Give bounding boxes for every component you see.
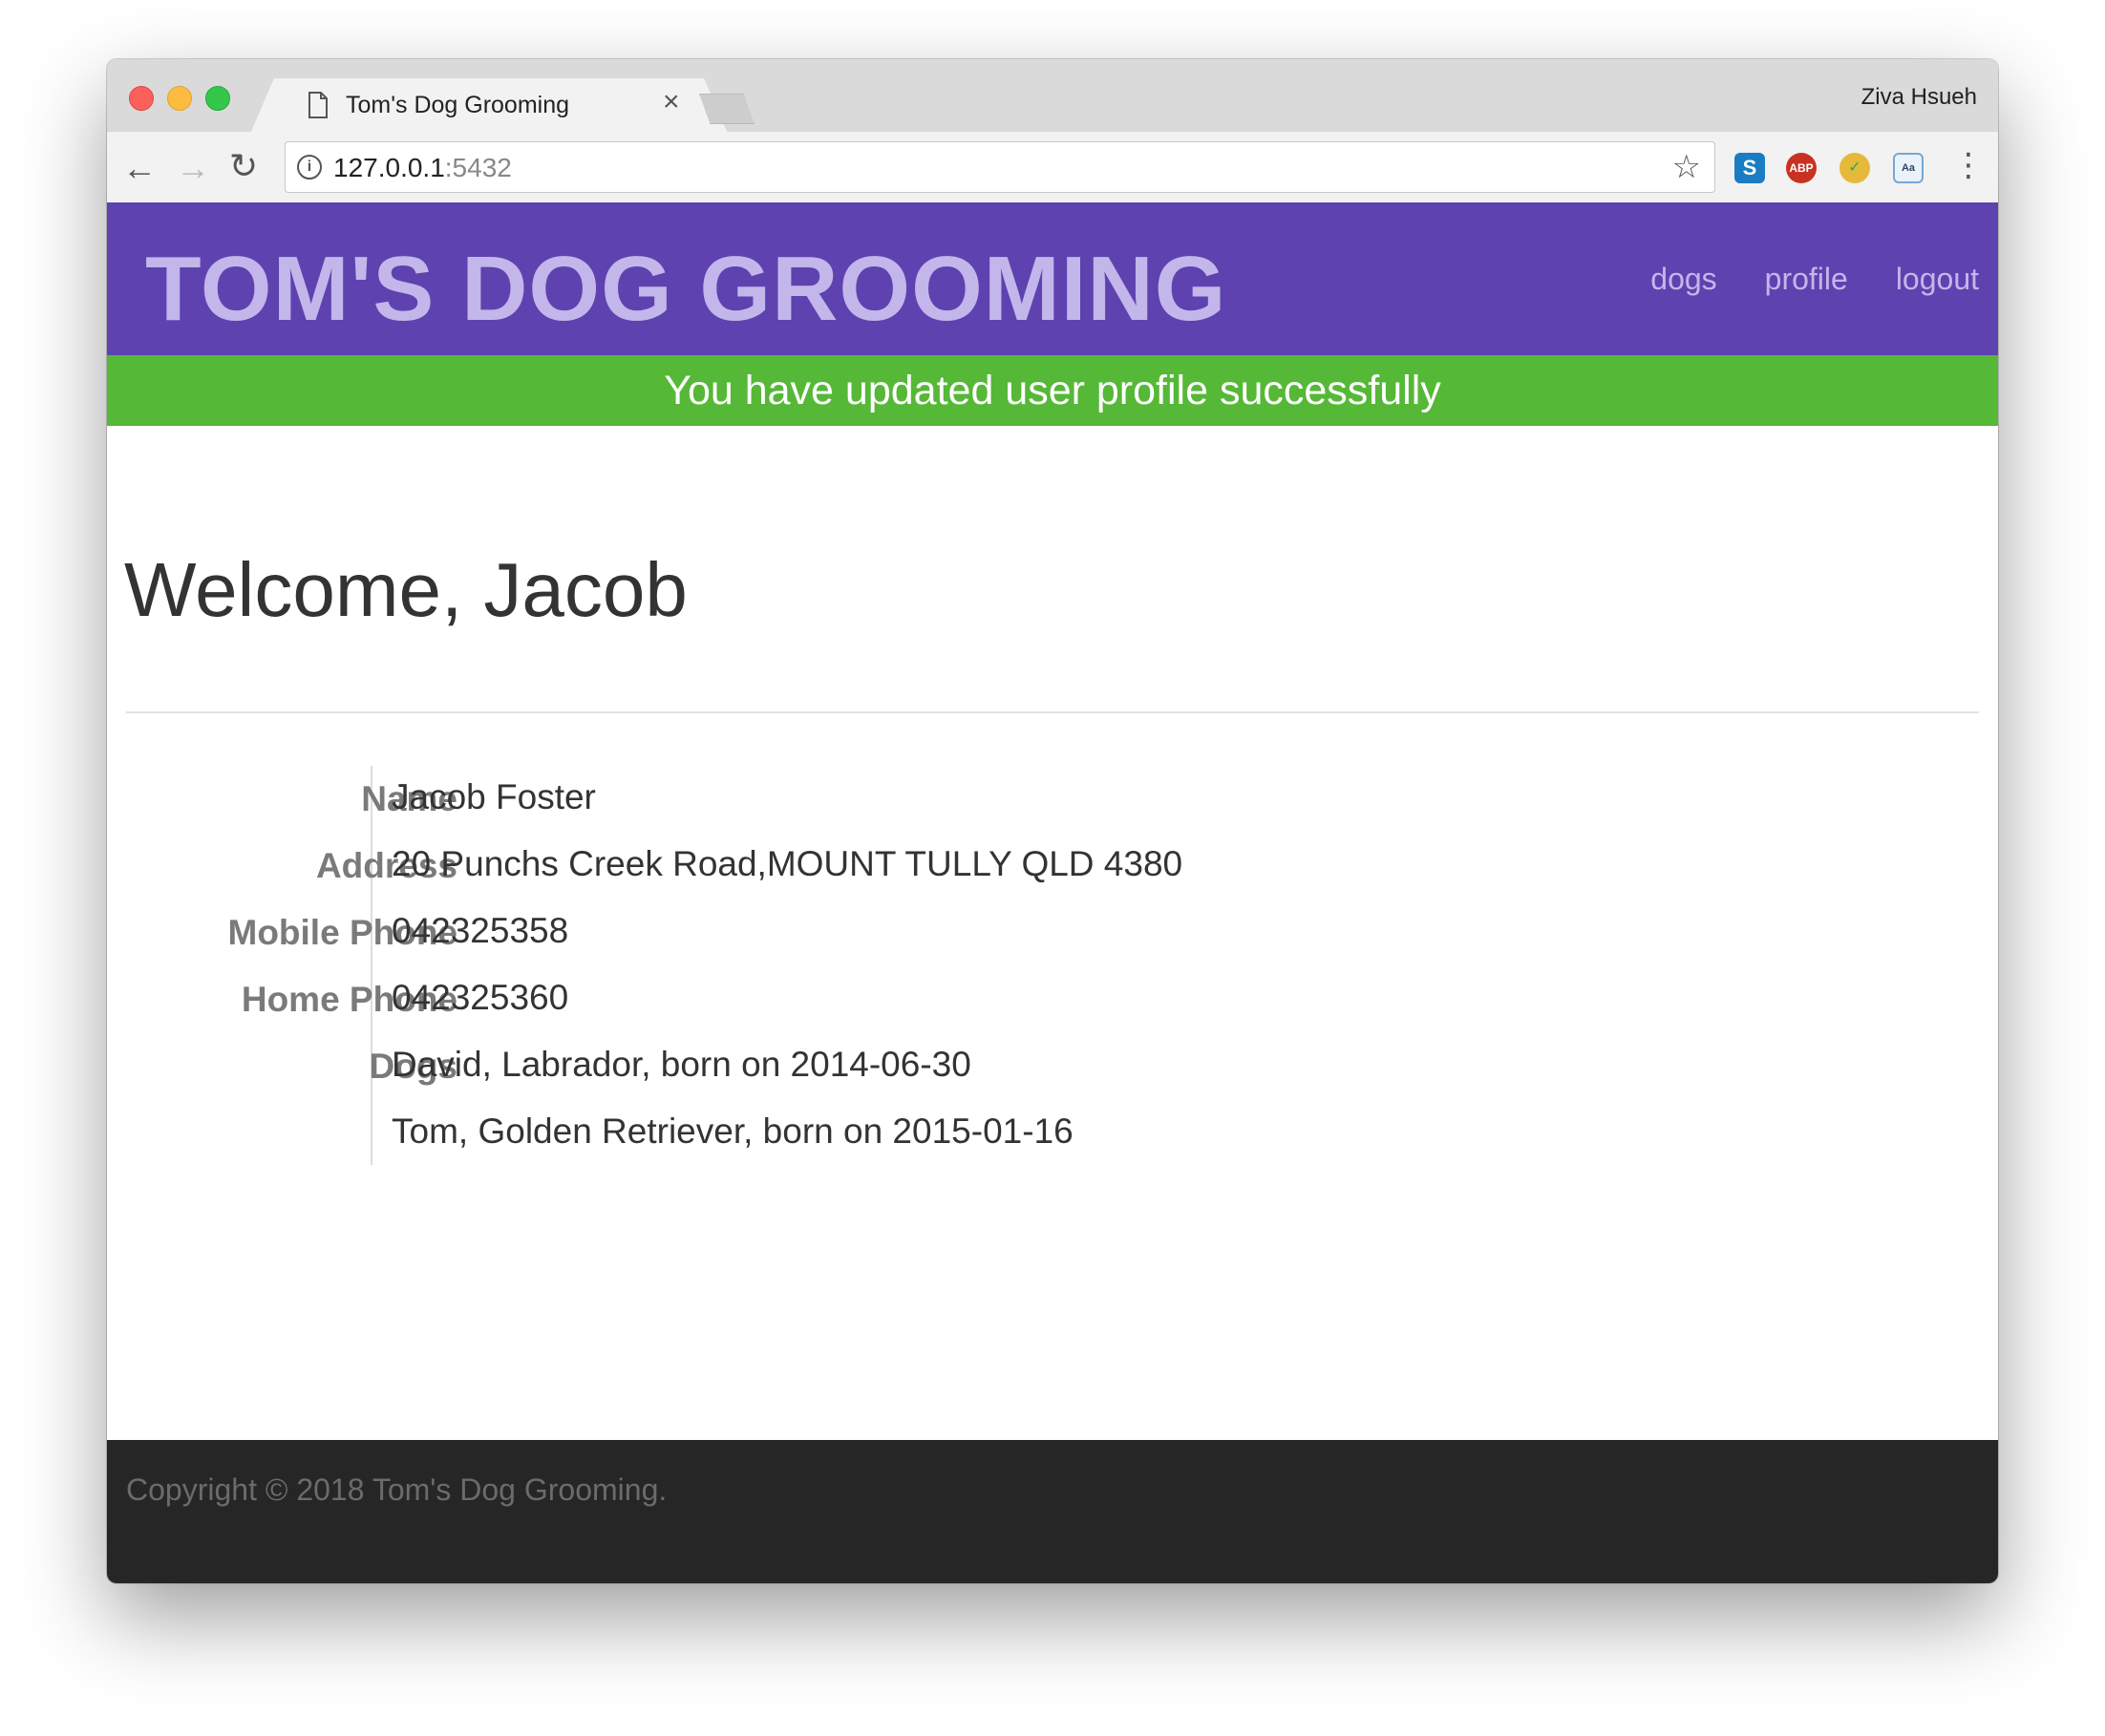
welcome-heading: Welcome, Jacob [124,547,688,632]
tab-title: Tom's Dog Grooming [346,92,570,118]
pen-extension-icon[interactable]: ✓ [1839,153,1870,183]
tab-strip: Tom's Dog Grooming × Ziva Hsueh [107,59,1998,134]
site-header: TOM'S DOG GROOMING dogs profile logout [107,202,1998,355]
web-page: TOM'S DOG GROOMING dogs profile logout Y… [107,202,1998,1583]
forward-icon[interactable]: → [176,151,210,185]
profile-row-dogs: Dogs David, Labrador, born on 2014-06-30 [107,1033,1444,1100]
profile-value: Jacob Foster [392,777,596,816]
nav-link-logout[interactable]: logout [1896,262,1979,297]
profile-value: 042325358 [392,911,569,950]
dictionary-extension-icon[interactable]: Aa [1893,153,1924,183]
minimize-window-button[interactable] [167,86,192,111]
url-port: :5432 [444,153,512,182]
site-title[interactable]: TOM'S DOG GROOMING [145,237,1226,342]
profile-row-name: Name Jacob Foster [107,766,1444,833]
back-icon[interactable]: ← [122,151,157,185]
adblock-extension-icon[interactable]: ABP [1786,153,1817,183]
divider [126,711,1979,713]
zoom-window-button[interactable] [205,86,230,111]
skype-extension-icon[interactable]: S [1734,153,1765,183]
profile-value: Tom, Golden Retriever, born on 2015-01-1… [392,1111,1074,1151]
document-icon [308,92,328,118]
nav-link-profile[interactable]: profile [1765,262,1848,297]
profile-row-home-phone: Home Phone 042325360 [107,966,1444,1033]
nav-link-dogs[interactable]: dogs [1650,262,1716,297]
success-flash-message: You have updated user profile successful… [107,355,1998,426]
star-icon[interactable]: ☆ [1672,148,1701,186]
profile-value: 20 Punchs Creek Road,MOUNT TULLY QLD 438… [392,844,1183,883]
info-icon[interactable]: i [297,155,322,180]
copyright-text: Copyright © 2018 Tom's Dog Grooming. [126,1472,668,1507]
address-bar[interactable]: i 127.0.0.1:5432 ☆ [285,141,1715,193]
site-footer: Copyright © 2018 Tom's Dog Grooming. [107,1440,1998,1583]
profile-row-mobile-phone: Mobile Phone 042325358 [107,900,1444,966]
profile-value: David, Labrador, born on 2014-06-30 [392,1045,971,1084]
site-nav: dogs profile logout [1650,262,1979,297]
url-text[interactable]: 127.0.0.1:5432 [333,153,512,183]
browser-window: Tom's Dog Grooming × Ziva Hsueh ← → ↻ i … [107,59,1998,1583]
url-host: 127.0.0.1 [333,153,445,182]
profile-value: 042325360 [392,978,569,1017]
close-window-button[interactable] [129,86,154,111]
tab-close-icon[interactable]: × [663,88,680,116]
reload-icon[interactable]: ↻ [229,149,258,183]
browser-toolbar: ← → ↻ i 127.0.0.1:5432 ☆ S ABP ✓ Aa ⋮ [107,132,1998,203]
profile-row-address: Address 20 Punchs Creek Road,MOUNT TULLY… [107,833,1444,900]
menu-icon[interactable]: ⋮ [1952,149,1985,181]
browser-tab-active[interactable]: Tom's Dog Grooming × [250,78,728,134]
browser-profile-name[interactable]: Ziva Hsueh [1861,84,1977,111]
profile-row-dogs-2: Tom, Golden Retriever, born on 2015-01-1… [107,1100,1444,1167]
